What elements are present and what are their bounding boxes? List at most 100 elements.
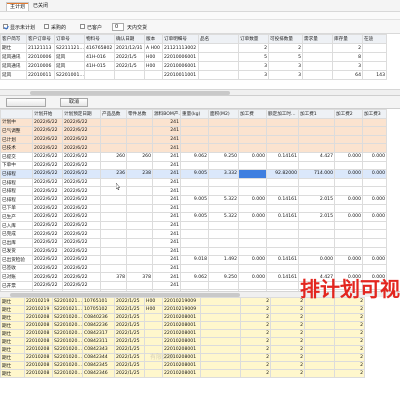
table-cell[interactable]: 0.000 <box>238 194 267 205</box>
table-cell[interactable]: 已技术 <box>0 143 33 153</box>
table-cell[interactable] <box>180 237 209 248</box>
table-cell[interactable]: 0.000 <box>334 151 363 162</box>
table-cell[interactable]: 241 <box>152 117 181 128</box>
column-header[interactable]: 加工费1 <box>298 109 335 119</box>
table-cell[interactable]: 3 <box>268 70 303 80</box>
table-cell[interactable] <box>298 229 335 239</box>
table-cell[interactable] <box>180 126 209 136</box>
table-cell[interactable] <box>126 186 153 196</box>
column-header[interactable]: 额定加工时… <box>266 109 299 119</box>
table-cell[interactable]: 2022/6/22 <box>32 246 63 257</box>
table-cell[interactable] <box>126 126 153 136</box>
table-cell[interactable] <box>362 177 387 188</box>
table-cell[interactable]: 2022/6/22 <box>32 194 63 205</box>
table-cell[interactable]: 2022/6/22 <box>62 280 101 291</box>
table-cell[interactable] <box>200 353 241 362</box>
table-row[interactable]: 已排程 2022/6/22 2022/6/22 241 9.005 5.322 0.000 0… <box>0 194 387 205</box>
table-cell[interactable]: 2 <box>334 337 365 346</box>
table-cell[interactable] <box>362 43 387 53</box>
table-cell[interactable]: 22010208 <box>24 329 53 338</box>
table-cell[interactable]: 2 <box>334 313 365 322</box>
table-cell[interactable] <box>304 369 335 378</box>
table-cell[interactable] <box>126 212 153 222</box>
table-cell[interactable]: 期仕 <box>0 329 25 338</box>
table-cell[interactable] <box>238 126 267 136</box>
table-cell[interactable] <box>100 263 127 274</box>
table-cell[interactable]: 22010208 <box>24 361 53 370</box>
table-cell[interactable] <box>126 237 153 248</box>
table-cell[interactable]: 已开票 <box>0 280 33 291</box>
column-header[interactable]: 需求量 <box>302 34 333 44</box>
table-cell[interactable] <box>362 126 387 136</box>
table-cell[interactable]: 0.000 <box>298 255 335 265</box>
table-cell[interactable]: 2022/6/22 <box>62 143 101 153</box>
table-cell[interactable] <box>208 246 239 257</box>
table-cell[interactable]: 241 <box>152 246 181 257</box>
table-cell[interactable]: 2022/6/22 <box>62 246 101 257</box>
table-cell[interactable] <box>362 52 387 62</box>
column-header[interactable]: 客户订单号 <box>26 34 55 44</box>
table-row[interactable]: 已排程 2022/6/22 2022/6/22 241 <box>0 186 387 196</box>
table-row[interactable]: 已下单 2022/6/22 2022/6/22 241 <box>0 203 387 214</box>
table-cell[interactable]: 已下单 <box>0 203 33 214</box>
table-row[interactable]: 已签收 2022/6/22 2022/6/22 241 <box>0 263 387 274</box>
table-cell[interactable] <box>208 186 239 196</box>
table-cell[interactable]: 22010208 <box>24 353 53 362</box>
table-cell[interactable] <box>126 203 153 214</box>
table-cell[interactable]: 2022/6/22 <box>32 169 63 179</box>
table-cell[interactable]: 已排程 <box>0 194 33 205</box>
table-cell[interactable] <box>100 143 127 153</box>
table-cell[interactable] <box>198 70 239 80</box>
table-cell[interactable]: 3 <box>268 61 303 71</box>
table-cell[interactable]: 2 <box>334 361 365 370</box>
table-cell[interactable]: 22010006 <box>26 52 55 62</box>
table-cell[interactable] <box>100 280 127 291</box>
table-row[interactable]: 已提交 2022/6/22 2022/6/22 260 260 241 9.062 9.250… <box>0 151 387 162</box>
table-cell[interactable]: 2 <box>270 337 305 346</box>
table-cell[interactable]: 241 <box>152 126 181 136</box>
table-cell[interactable]: S2201020… <box>52 321 83 330</box>
table-cell[interactable]: 241 <box>152 203 181 214</box>
table-cell[interactable] <box>208 263 239 274</box>
table-cell[interactable] <box>100 186 127 196</box>
table-cell[interactable]: 0.000 <box>334 212 363 222</box>
table-cell[interactable] <box>180 220 209 231</box>
table-cell[interactable]: 0.000 <box>362 212 387 222</box>
table-cell[interactable] <box>198 61 239 71</box>
table-cell[interactable]: 0.000 <box>334 255 363 265</box>
table-cell[interactable]: 0.14161 <box>266 255 299 265</box>
table-cell[interactable]: 2022/6/22 <box>62 126 101 136</box>
table-cell[interactable]: 已完成 <box>0 229 33 239</box>
table-cell[interactable] <box>334 203 363 214</box>
days-input[interactable]: 0 <box>112 23 124 31</box>
table-cell[interactable]: 3 <box>238 70 269 80</box>
table-cell[interactable]: 0.000 <box>238 272 267 282</box>
table-cell[interactable]: 4.427 <box>298 151 335 162</box>
table-row[interactable]: 期仕 21121113 S2211121… 416765802 2021/12/31 A … <box>0 43 387 53</box>
table-cell[interactable]: 已入库 <box>0 220 33 231</box>
table-cell[interactable]: 2022/1/25 <box>114 369 145 378</box>
table-cell[interactable]: 期仕 <box>0 313 25 322</box>
table-cell[interactable] <box>304 337 335 346</box>
table-cell[interactable]: 0.000 <box>362 169 387 179</box>
table-cell[interactable]: 3 <box>332 61 363 71</box>
table-row[interactable]: 已出库 2022/6/22 2022/6/22 241 <box>0 237 387 248</box>
table-row[interactable]: 已生产 2022/6/22 2022/6/22 241 9.005 5.322 0.000 0… <box>0 212 387 222</box>
table-cell[interactable]: 2 <box>238 43 269 53</box>
table-cell[interactable]: 8 <box>332 52 363 62</box>
table-row[interactable]: 延风 22010011 S2201001… 22010011001 3 3 64 143 <box>0 70 387 80</box>
table-cell[interactable] <box>100 134 127 145</box>
table-cell[interactable] <box>144 321 163 330</box>
table-cell[interactable]: 41H-015 <box>84 61 115 71</box>
table-cell[interactable]: 2022/6/22 <box>32 151 63 162</box>
table-cell[interactable]: 2022/6/22 <box>62 177 101 188</box>
table-cell[interactable]: C0842317 <box>82 329 115 338</box>
table-cell[interactable]: 0.000 <box>362 194 387 205</box>
table-cell[interactable]: 已生产 <box>0 212 33 222</box>
table-cell[interactable] <box>100 117 127 128</box>
table-cell[interactable] <box>100 220 127 231</box>
table-cell[interactable]: 241 <box>152 134 181 145</box>
table-cell[interactable]: 22010219009 <box>162 297 201 306</box>
table-cell[interactable]: 22010208 <box>24 369 53 378</box>
table-cell[interactable]: 期仕 <box>0 369 25 378</box>
